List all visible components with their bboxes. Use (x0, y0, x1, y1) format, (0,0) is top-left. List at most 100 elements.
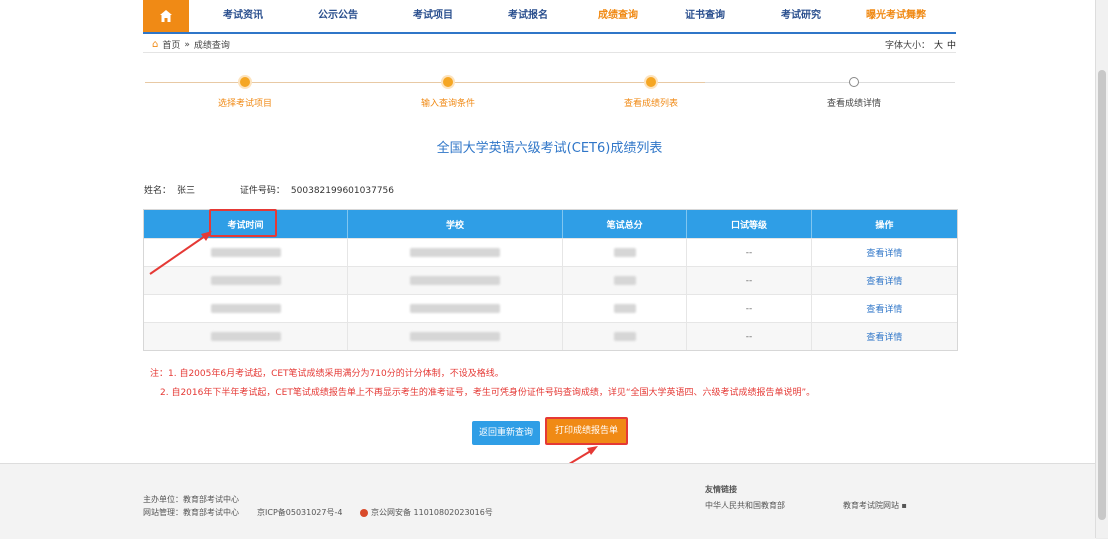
redacted-text (210, 276, 281, 285)
page-title: 全国大学英语六级考试(CET6)成绩列表 (436, 141, 663, 156)
footer-link-moe[interactable]: 中华人民共和国教育部 (705, 500, 785, 511)
scrollbar-thumb[interactable] (1098, 70, 1106, 520)
school-cell (348, 267, 563, 294)
table-row: -- 查看详情 (144, 238, 957, 266)
column-header-action: 操作 (875, 220, 894, 231)
breadcrumb-separator: » (184, 39, 190, 50)
id-value: 500382199601037756 (290, 186, 394, 196)
redacted-text (613, 248, 636, 257)
footer-link-exam-site[interactable]: 教育考试院网站 ▪ (843, 500, 907, 511)
breadcrumb-current: 成绩查询 (193, 41, 230, 51)
step-label-1: 选择考试项目 (217, 99, 272, 109)
footer-icp[interactable]: 京ICP备05031027号-4 (257, 507, 342, 518)
id-label: 证件号码： (239, 186, 285, 196)
breadcrumb: ⌂ 首页 » 成绩查询 (152, 38, 230, 51)
step-dot-1 (240, 77, 250, 87)
exam-time-cell (144, 295, 348, 322)
step-dot-3 (646, 77, 656, 87)
name-label: 姓名： (144, 186, 172, 196)
footer-operator: 网站管理：教育部考试中心 (143, 508, 239, 517)
view-details-cell: 查看详情 (812, 323, 957, 350)
footer-police-record[interactable]: 京公网安备 11010802023016号 (360, 507, 493, 518)
oral-grade-cell: -- (687, 323, 812, 350)
breadcrumb-home[interactable]: 首页 (162, 38, 180, 51)
step-progress-line (145, 82, 705, 83)
home-button[interactable] (143, 0, 189, 32)
nav-item-registration[interactable]: 考试报名 (488, 0, 568, 32)
redacted-text (613, 276, 636, 285)
nav-item-exam-research[interactable]: 考试研究 (761, 0, 841, 32)
step-label-2: 输入查询条件 (420, 99, 475, 109)
school-cell (348, 323, 563, 350)
step-label-4: 查看成绩详情 (826, 99, 881, 109)
left-margin (0, 0, 143, 463)
nav-item-score-query[interactable]: 成绩查询 (578, 0, 658, 32)
view-details-link[interactable]: 查看详情 (866, 330, 902, 343)
view-details-cell: 查看详情 (812, 295, 957, 322)
oral-grade-cell: -- (687, 239, 812, 266)
page: 考试资讯 公示公告 考试项目 考试报名 成绩查询 证书查询 考试研究 曝光考试舞… (0, 0, 1108, 539)
written-score-cell (563, 323, 688, 350)
column-header-school: 学校 (348, 210, 563, 238)
redacted-text (409, 248, 500, 257)
annotation-highlight-exam-time (209, 209, 277, 237)
font-size-medium[interactable]: 中 (947, 41, 956, 51)
written-score-cell (563, 267, 688, 294)
nav-item-exam-projects[interactable]: 考试项目 (393, 0, 473, 32)
step-dot-2 (443, 77, 453, 87)
column-header-oral-grade: 口试等级 (687, 210, 812, 238)
redacted-text (409, 276, 500, 285)
footer: 主办单位：教育部考试中心 网站管理：教育部考试中心 京ICP备05031027号… (0, 463, 1096, 539)
table-row: -- 查看详情 (144, 322, 957, 350)
print-score-report-button[interactable]: 打印成绩报告单 (545, 417, 628, 445)
redacted-text (613, 332, 636, 341)
redacted-text (210, 332, 281, 341)
redacted-text (613, 304, 636, 313)
police-badge-icon (360, 508, 368, 517)
nav-item-report-cheating[interactable]: 曝光考试舞弊 (851, 0, 941, 32)
school-cell (348, 295, 563, 322)
footer-sponsor: 主办单位：教育部考试中心 (143, 495, 239, 504)
nav-item-announcements[interactable]: 公示公告 (298, 0, 378, 32)
candidate-info: 姓名： 张三 证件号码： 500382199601037756 (144, 183, 394, 196)
annotation-arrow-exam-time (149, 231, 212, 275)
step-dot-4 (849, 77, 859, 87)
footer-police-text: 京公网安备 11010802023016号 (371, 508, 493, 517)
nav-item-certificate-query[interactable]: 证书查询 (665, 0, 745, 32)
font-size-control: 字体大小： 大中 (885, 38, 956, 51)
footer-link-exam-site-text: 教育考试院网站 (843, 501, 899, 510)
footer-links-title: 友情链接 (705, 485, 737, 494)
written-score-cell (563, 239, 688, 266)
home-icon: ⌂ (152, 39, 159, 50)
table-row: -- 查看详情 (144, 294, 957, 322)
note-line-1: 注：1. 自2005年6月考试起，CET笔试成绩采用满分为710分的计分体制，不… (150, 369, 504, 379)
view-details-cell: 查看详情 (812, 239, 957, 266)
back-requery-button[interactable]: 返回重新查询 (472, 421, 540, 445)
note-line-2: 2. 自2016年下半年考试起，CET笔试成绩报告单上不再显示考生的准考证号，考… (160, 388, 816, 398)
redacted-text (409, 332, 500, 341)
redacted-text (210, 304, 281, 313)
view-details-link[interactable]: 查看详情 (866, 302, 902, 315)
redacted-text (210, 248, 281, 257)
written-score-cell (563, 295, 688, 322)
school-cell (348, 239, 563, 266)
oral-grade-cell: -- (687, 267, 812, 294)
vertical-scrollbar[interactable] (1095, 0, 1108, 538)
view-details-link[interactable]: 查看详情 (866, 246, 902, 259)
step-remaining-line (705, 82, 955, 83)
redacted-text (409, 304, 500, 313)
font-size-label: 字体大小： (884, 41, 930, 51)
divider (143, 52, 956, 53)
step-label-3: 查看成绩列表 (623, 99, 678, 109)
oral-grade-cell: -- (687, 295, 812, 322)
nav-item-exam-news[interactable]: 考试资讯 (203, 0, 283, 32)
right-margin (956, 0, 1096, 463)
view-details-link[interactable]: 查看详情 (866, 274, 902, 287)
view-details-cell: 查看详情 (812, 267, 957, 294)
exam-time-cell (144, 323, 348, 350)
top-nav: 考试资讯 公示公告 考试项目 考试报名 成绩查询 证书查询 考试研究 曝光考试舞… (143, 0, 956, 34)
column-header-written-score: 笔试总分 (563, 210, 688, 238)
name-value: 张三 (177, 186, 196, 196)
home-icon (160, 10, 172, 22)
font-size-large[interactable]: 大 (934, 41, 943, 51)
